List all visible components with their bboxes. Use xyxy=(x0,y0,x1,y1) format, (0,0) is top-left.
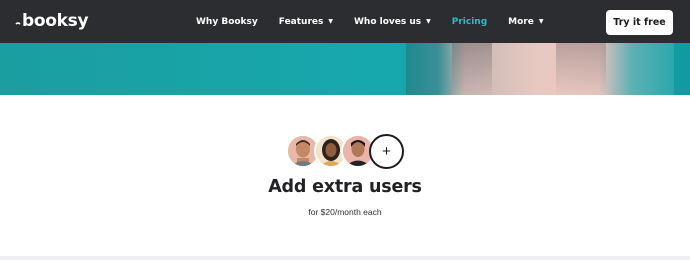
chevron-down-icon: ▼ xyxy=(538,17,544,25)
section-subtitle: for $20/month each xyxy=(308,207,382,217)
nav-more[interactable]: More ▼ xyxy=(508,17,543,27)
user-avatars: + xyxy=(286,134,406,170)
nav-label: Why Booksy xyxy=(196,16,258,27)
nav-pricing[interactable]: Pricing xyxy=(452,17,487,27)
booksy-logo[interactable]: booksy xyxy=(15,11,89,31)
photo-shade xyxy=(556,43,606,95)
logo-swoosh-icon xyxy=(15,22,21,25)
nav-features[interactable]: Features ▼ xyxy=(279,17,333,27)
top-navbar: booksy Why Booksy Features ▼ Who loves u… xyxy=(0,0,690,43)
nav-label: More xyxy=(508,16,534,27)
chevron-down-icon: ▼ xyxy=(426,17,431,25)
nav-who-loves-us[interactable]: Who loves us ▼ xyxy=(354,17,431,27)
main-nav: Why Booksy Features ▼ Who loves us ▼ Pri… xyxy=(196,0,564,43)
hero-banner xyxy=(0,43,690,95)
hero-photo xyxy=(406,43,674,95)
nav-label: Features xyxy=(278,16,324,27)
logo-text: booksy xyxy=(22,11,89,31)
chevron-down-icon: ▼ xyxy=(328,17,333,25)
plus-icon: + xyxy=(382,143,391,160)
photo-shade xyxy=(452,43,492,95)
nav-why-booksy[interactable]: Why Booksy xyxy=(196,17,258,27)
nav-label: Who loves us xyxy=(353,16,422,27)
section-title: Add extra users xyxy=(268,177,422,197)
try-it-free-button[interactable]: Try it free xyxy=(606,10,673,35)
divider xyxy=(0,256,690,260)
nav-label: Pricing xyxy=(451,16,488,27)
add-user-button[interactable]: + xyxy=(369,134,404,169)
